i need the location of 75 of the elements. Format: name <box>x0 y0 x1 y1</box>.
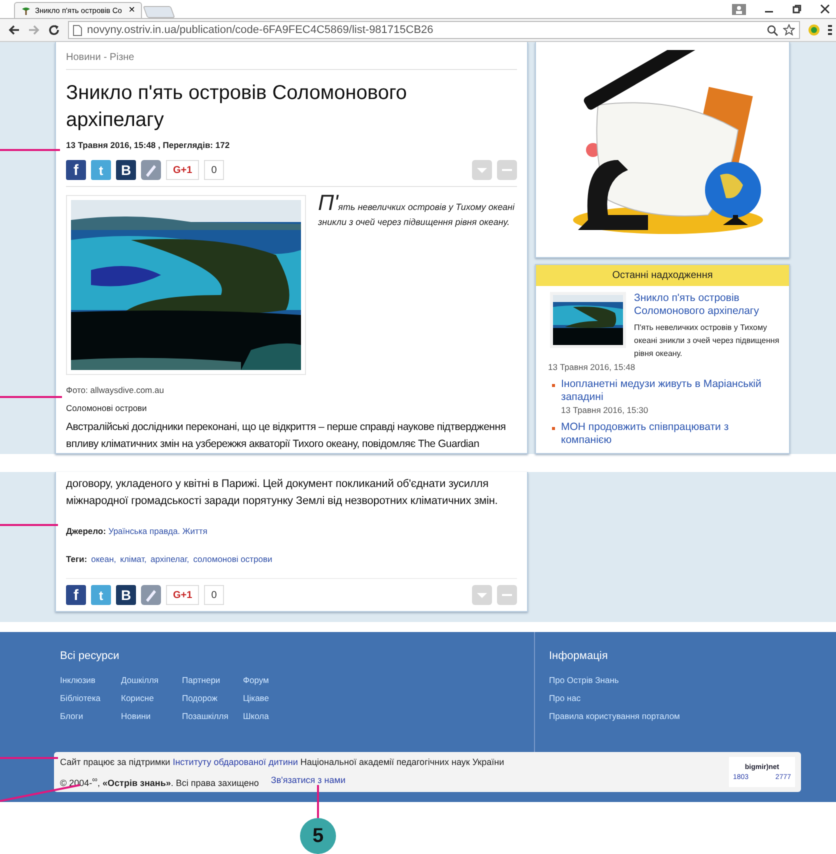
footer-link[interactable]: Бібліотека <box>60 694 121 703</box>
tree-icon <box>21 6 31 16</box>
back-icon[interactable] <box>8 24 20 36</box>
star-icon[interactable] <box>783 24 795 36</box>
source-link[interactable]: Ураїнська правда. Життя <box>108 526 208 536</box>
photo-credit: Фото: allwaysdive.com.au <box>66 385 165 395</box>
facebook-button[interactable]: f <box>66 585 86 605</box>
address-field[interactable]: novyny.ostriv.in.ua/publication/code-6FA9FEC4C5869/list-981715CB26 <box>68 21 800 39</box>
share-count: 0 <box>204 585 224 605</box>
institute-link[interactable]: Інституту обдарованої дитини <box>172 756 298 766</box>
reload-icon[interactable] <box>48 24 60 36</box>
footer-link[interactable]: Дошкілля <box>121 676 182 685</box>
google-plus-button[interactable]: G+1 <box>166 160 200 180</box>
tags-label: Теги: <box>66 554 88 564</box>
news-link[interactable]: МОН продовжить співпрацювати з компанією <box>561 421 777 447</box>
footer-link[interactable]: Інклюзив <box>60 676 121 685</box>
bullet-icon <box>552 427 555 430</box>
latest-news-heading: Останні надходження <box>536 265 789 286</box>
leader-line <box>317 785 319 818</box>
article-paragraph: Австралійські дослідники переконані, що це відкриття – перше справді наукове підтвердження впливу кліматичних змін на узбережжя акваторії Тихого океану, повідомляє The Guardian <box>66 420 507 452</box>
footer-link[interactable]: Про Острів Знань <box>549 676 680 685</box>
footer-link[interactable]: Правила користування порталом <box>549 712 680 721</box>
tag-link[interactable]: архіпелаг, <box>150 554 190 564</box>
footer-link[interactable]: Корисне <box>121 694 182 703</box>
news-date: 13 Травня 2016, 15:48 <box>547 361 636 374</box>
footer-link[interactable]: Партнери <box>182 676 243 685</box>
pen-icon[interactable] <box>141 585 161 605</box>
callout-number: 5 <box>300 818 336 854</box>
footer-link[interactable]: Новини <box>121 712 182 721</box>
extension-icon[interactable] <box>808 24 820 36</box>
vk-button[interactable]: B <box>116 160 136 180</box>
contact-link[interactable]: Зв'язатися з нами <box>270 774 346 788</box>
leader-line <box>0 524 58 526</box>
footer-link[interactable]: Блоги <box>60 712 121 721</box>
leader-line <box>0 757 58 759</box>
article-paragraph: договору, укладеного у квітні в Парижі. Цей документ покликаний об'єднати зусилля міжнародної громадськості заради порятунку Землі від незворотних кліматичних змін. <box>66 477 499 509</box>
tag-link[interactable]: океан, <box>91 554 116 564</box>
restore-icon[interactable] <box>792 4 802 14</box>
footer-heading: Інформація <box>549 650 609 662</box>
zoom-icon[interactable] <box>767 24 778 36</box>
user-icon[interactable] <box>732 4 746 14</box>
footer-link[interactable]: Про нас <box>549 694 680 703</box>
source-label: Джерело: <box>66 526 106 536</box>
leader-line <box>0 149 60 151</box>
tag-link[interactable]: клімат, <box>120 554 147 564</box>
news-excerpt: П'ять невеличких островів у Тихому океані зникли з очей через підвищення рівня океану. <box>634 322 780 360</box>
news-link[interactable]: Зникло п'ять островів Соломонового архіпелагу <box>634 292 783 318</box>
footer-link[interactable]: Школа <box>243 712 304 721</box>
news-link[interactable]: Інопланетні медузи живуть в Маріанській западині <box>561 378 777 404</box>
page-icon <box>73 24 82 36</box>
bullet-icon <box>552 384 555 387</box>
footer-link[interactable]: Цікаве <box>243 694 304 703</box>
tag-link[interactable]: соломонові острови <box>193 554 272 564</box>
footer-link[interactable]: Форум <box>243 676 304 685</box>
vk-button[interactable]: B <box>116 585 136 605</box>
pen-icon[interactable] <box>141 160 161 180</box>
support-sentence: Сайт працює за підтримки Інституту обдарованої дитини Національної академії педагогічних наук України <box>60 756 506 766</box>
lead-paragraph: П'ять невеличких островів у Тихому океані зникли з очей через підвищення рівня океану. <box>318 195 516 229</box>
footer-heading: Всі ресурси <box>60 650 120 662</box>
photo-caption: Соломонові острови <box>66 403 148 413</box>
article-title: Зникло п'ять островів Соломонового архіпелагу <box>66 81 408 133</box>
footer-link[interactable]: Позашкілля <box>182 712 243 721</box>
share-count: 0 <box>204 160 224 180</box>
forward-icon[interactable] <box>28 24 40 36</box>
facebook-button[interactable]: f <box>66 160 86 180</box>
google-plus-button[interactable]: G+1 <box>166 585 200 605</box>
leader-line <box>0 396 62 398</box>
news-date: 13 Травня 2016, 15:30 <box>561 405 650 415</box>
close-icon[interactable] <box>820 4 830 14</box>
close-icon[interactable]: × <box>128 5 135 16</box>
breadcrumb[interactable]: Новини - Різне <box>66 52 517 70</box>
article-meta: 13 Травня 2016, 15:48 , Переглядів: 172 <box>66 140 231 150</box>
menu-icon[interactable] <box>828 24 832 36</box>
footer-link[interactable]: Подорож <box>182 694 243 703</box>
new-tab-button[interactable] <box>142 6 176 18</box>
